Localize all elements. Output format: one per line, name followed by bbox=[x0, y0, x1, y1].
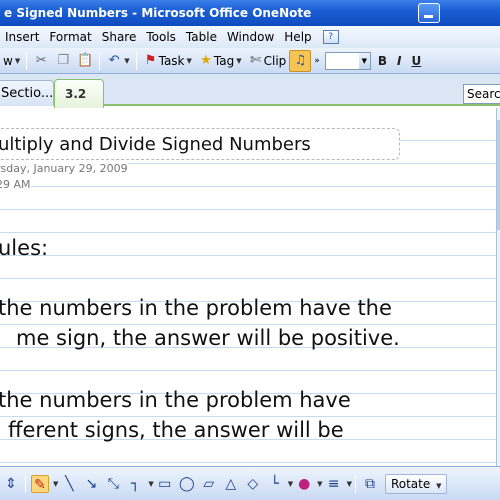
undo-button[interactable]: ↶ ▼ bbox=[103, 50, 132, 72]
triangle-icon[interactable]: △ bbox=[222, 475, 240, 493]
copy-button[interactable]: ❐ bbox=[52, 50, 74, 72]
axes-icon[interactable]: └ bbox=[266, 475, 284, 493]
search-placeholder: Search bbox=[467, 87, 500, 101]
chevron-down-icon[interactable]: ▼ bbox=[53, 480, 58, 488]
insert-space-icon[interactable]: ⇕ bbox=[2, 475, 20, 493]
window-title: e Signed Numbers - Microsoft Office OneN… bbox=[4, 6, 312, 20]
title-bar: e Signed Numbers - Microsoft Office OneN… bbox=[0, 0, 500, 26]
tab-3-2[interactable]: 3.2 bbox=[54, 79, 104, 108]
color-palette-icon[interactable]: ● bbox=[295, 475, 313, 493]
clip-icon: ✄ bbox=[250, 52, 262, 68]
bold-button[interactable]: B bbox=[373, 50, 392, 72]
chevron-down-icon: ▼ bbox=[124, 56, 130, 65]
paste-button[interactable]: 📋 bbox=[74, 50, 96, 72]
note-line[interactable]: me sign, the answer will be positive. bbox=[16, 326, 400, 350]
menu-format[interactable]: Format bbox=[44, 30, 96, 44]
separator bbox=[99, 51, 101, 70]
page-date: rsday, January 29, 2009 bbox=[0, 162, 128, 175]
chevron-down-icon[interactable]: ▼ bbox=[148, 480, 153, 488]
standard-toolbar: w ▼ ✂ ❐ 📋 ↶ ▼ ⚑ Task ▼ ★ Tag ▼ ✄ Clip ♫ … bbox=[0, 48, 500, 74]
page-title[interactable]: ultiply and Divide Signed Numbers bbox=[0, 134, 311, 155]
undo-icon: ↶ bbox=[108, 52, 120, 68]
font-size-select[interactable]: ▼ bbox=[324, 51, 371, 70]
audio-button[interactable]: ♫ bbox=[289, 49, 312, 72]
star-icon: ★ bbox=[200, 52, 212, 68]
tag-button[interactable]: ★ Tag ▼ bbox=[195, 50, 245, 72]
help-search-icon[interactable]: ? bbox=[322, 30, 339, 44]
task-label: Task bbox=[158, 53, 185, 68]
chevron-down-icon[interactable]: ▼ bbox=[347, 480, 352, 488]
rotate-label: Rotate bbox=[390, 476, 431, 491]
note-line[interactable]: ules: bbox=[0, 236, 48, 260]
scissors-icon: ✂ bbox=[35, 52, 47, 68]
section-tab-row: Sectio... 3.2 bbox=[0, 74, 500, 108]
rotate-button[interactable]: Rotate ▼ bbox=[384, 473, 448, 494]
separator bbox=[25, 474, 26, 493]
italic-button[interactable]: I bbox=[392, 50, 406, 72]
note-line[interactable]: the numbers in the problem have bbox=[0, 388, 351, 412]
line-weight-icon[interactable]: ≡ bbox=[325, 475, 343, 493]
note-page[interactable]: ultiply and Divide Signed Numbers rsday,… bbox=[0, 108, 496, 466]
note-line[interactable]: fferent signs, the answer will be bbox=[8, 418, 344, 442]
copy-icon: ❐ bbox=[57, 52, 70, 68]
arrange-icon[interactable]: ⧉ bbox=[361, 475, 379, 493]
chevron-down-icon: ▼ bbox=[436, 481, 442, 490]
chevron-down-icon: ▼ bbox=[236, 56, 242, 65]
minimize-button[interactable] bbox=[418, 3, 440, 23]
double-arrow-icon[interactable]: ⤡ bbox=[104, 475, 122, 493]
tab-section-label: Sectio... bbox=[1, 86, 54, 101]
elbow-connector-icon[interactable]: ┐ bbox=[126, 475, 144, 493]
parallelogram-icon[interactable]: ▱ bbox=[200, 475, 218, 493]
line-icon[interactable]: ╲ bbox=[60, 475, 78, 493]
vertical-scrollbar[interactable] bbox=[496, 108, 500, 466]
underline-button[interactable]: U bbox=[406, 50, 426, 72]
tab-3-2-label: 3.2 bbox=[65, 87, 87, 101]
menu-bar: Insert Format Share Tools Table Window H… bbox=[0, 26, 500, 48]
page-time: 29 AM bbox=[0, 178, 31, 191]
search-input[interactable]: Search bbox=[463, 84, 500, 104]
separator bbox=[26, 51, 28, 70]
paste-icon: 📋 bbox=[77, 52, 94, 68]
tag-label: Tag bbox=[213, 53, 235, 68]
menu-help[interactable]: Help bbox=[279, 30, 316, 44]
menu-tools[interactable]: Tools bbox=[141, 30, 181, 44]
toolbar-options[interactable]: » bbox=[311, 50, 323, 72]
menu-window[interactable]: Window bbox=[222, 30, 279, 44]
chevron-down-icon: ▼ bbox=[14, 56, 21, 65]
separator bbox=[354, 474, 356, 493]
rectangle-icon[interactable]: ▭ bbox=[156, 475, 174, 493]
flag-icon: ⚑ bbox=[144, 52, 157, 68]
arrow-icon[interactable]: ↘ bbox=[82, 475, 100, 493]
view-label: w bbox=[3, 53, 13, 68]
view-button[interactable]: w ▼ bbox=[0, 50, 23, 72]
clip-button[interactable]: ✄ Clip bbox=[245, 50, 290, 72]
speaker-icon: ♫ bbox=[294, 52, 307, 68]
drawing-toolbar: ⇕ ✎ ▼ ╲ ↘ ⤡ ┐ ▼ ▭ ◯ ▱ △ ◇ └ ▼ ● ▼ ≡ ▼ ⧉ … bbox=[0, 466, 500, 500]
menu-table[interactable]: Table bbox=[181, 30, 222, 44]
chevron-down-icon: ▼ bbox=[186, 56, 192, 65]
note-line[interactable]: the numbers in the problem have the bbox=[0, 296, 392, 320]
ellipse-icon[interactable]: ◯ bbox=[178, 475, 196, 493]
menu-share[interactable]: Share bbox=[97, 30, 142, 44]
pen-icon[interactable]: ✎ bbox=[31, 474, 49, 493]
clip-label: Clip bbox=[263, 53, 287, 68]
separator bbox=[135, 51, 137, 70]
chevron-down-icon[interactable]: ▼ bbox=[288, 480, 293, 488]
tab-section[interactable]: Sectio... bbox=[0, 80, 54, 106]
cut-button[interactable]: ✂ bbox=[30, 50, 52, 72]
chevron-down-icon: ▼ bbox=[358, 52, 370, 69]
chevron-down-icon[interactable]: ▼ bbox=[317, 480, 322, 488]
menu-insert[interactable]: Insert bbox=[0, 30, 44, 44]
diamond-icon[interactable]: ◇ bbox=[244, 475, 262, 493]
task-button[interactable]: ⚑ Task ▼ bbox=[140, 50, 195, 72]
